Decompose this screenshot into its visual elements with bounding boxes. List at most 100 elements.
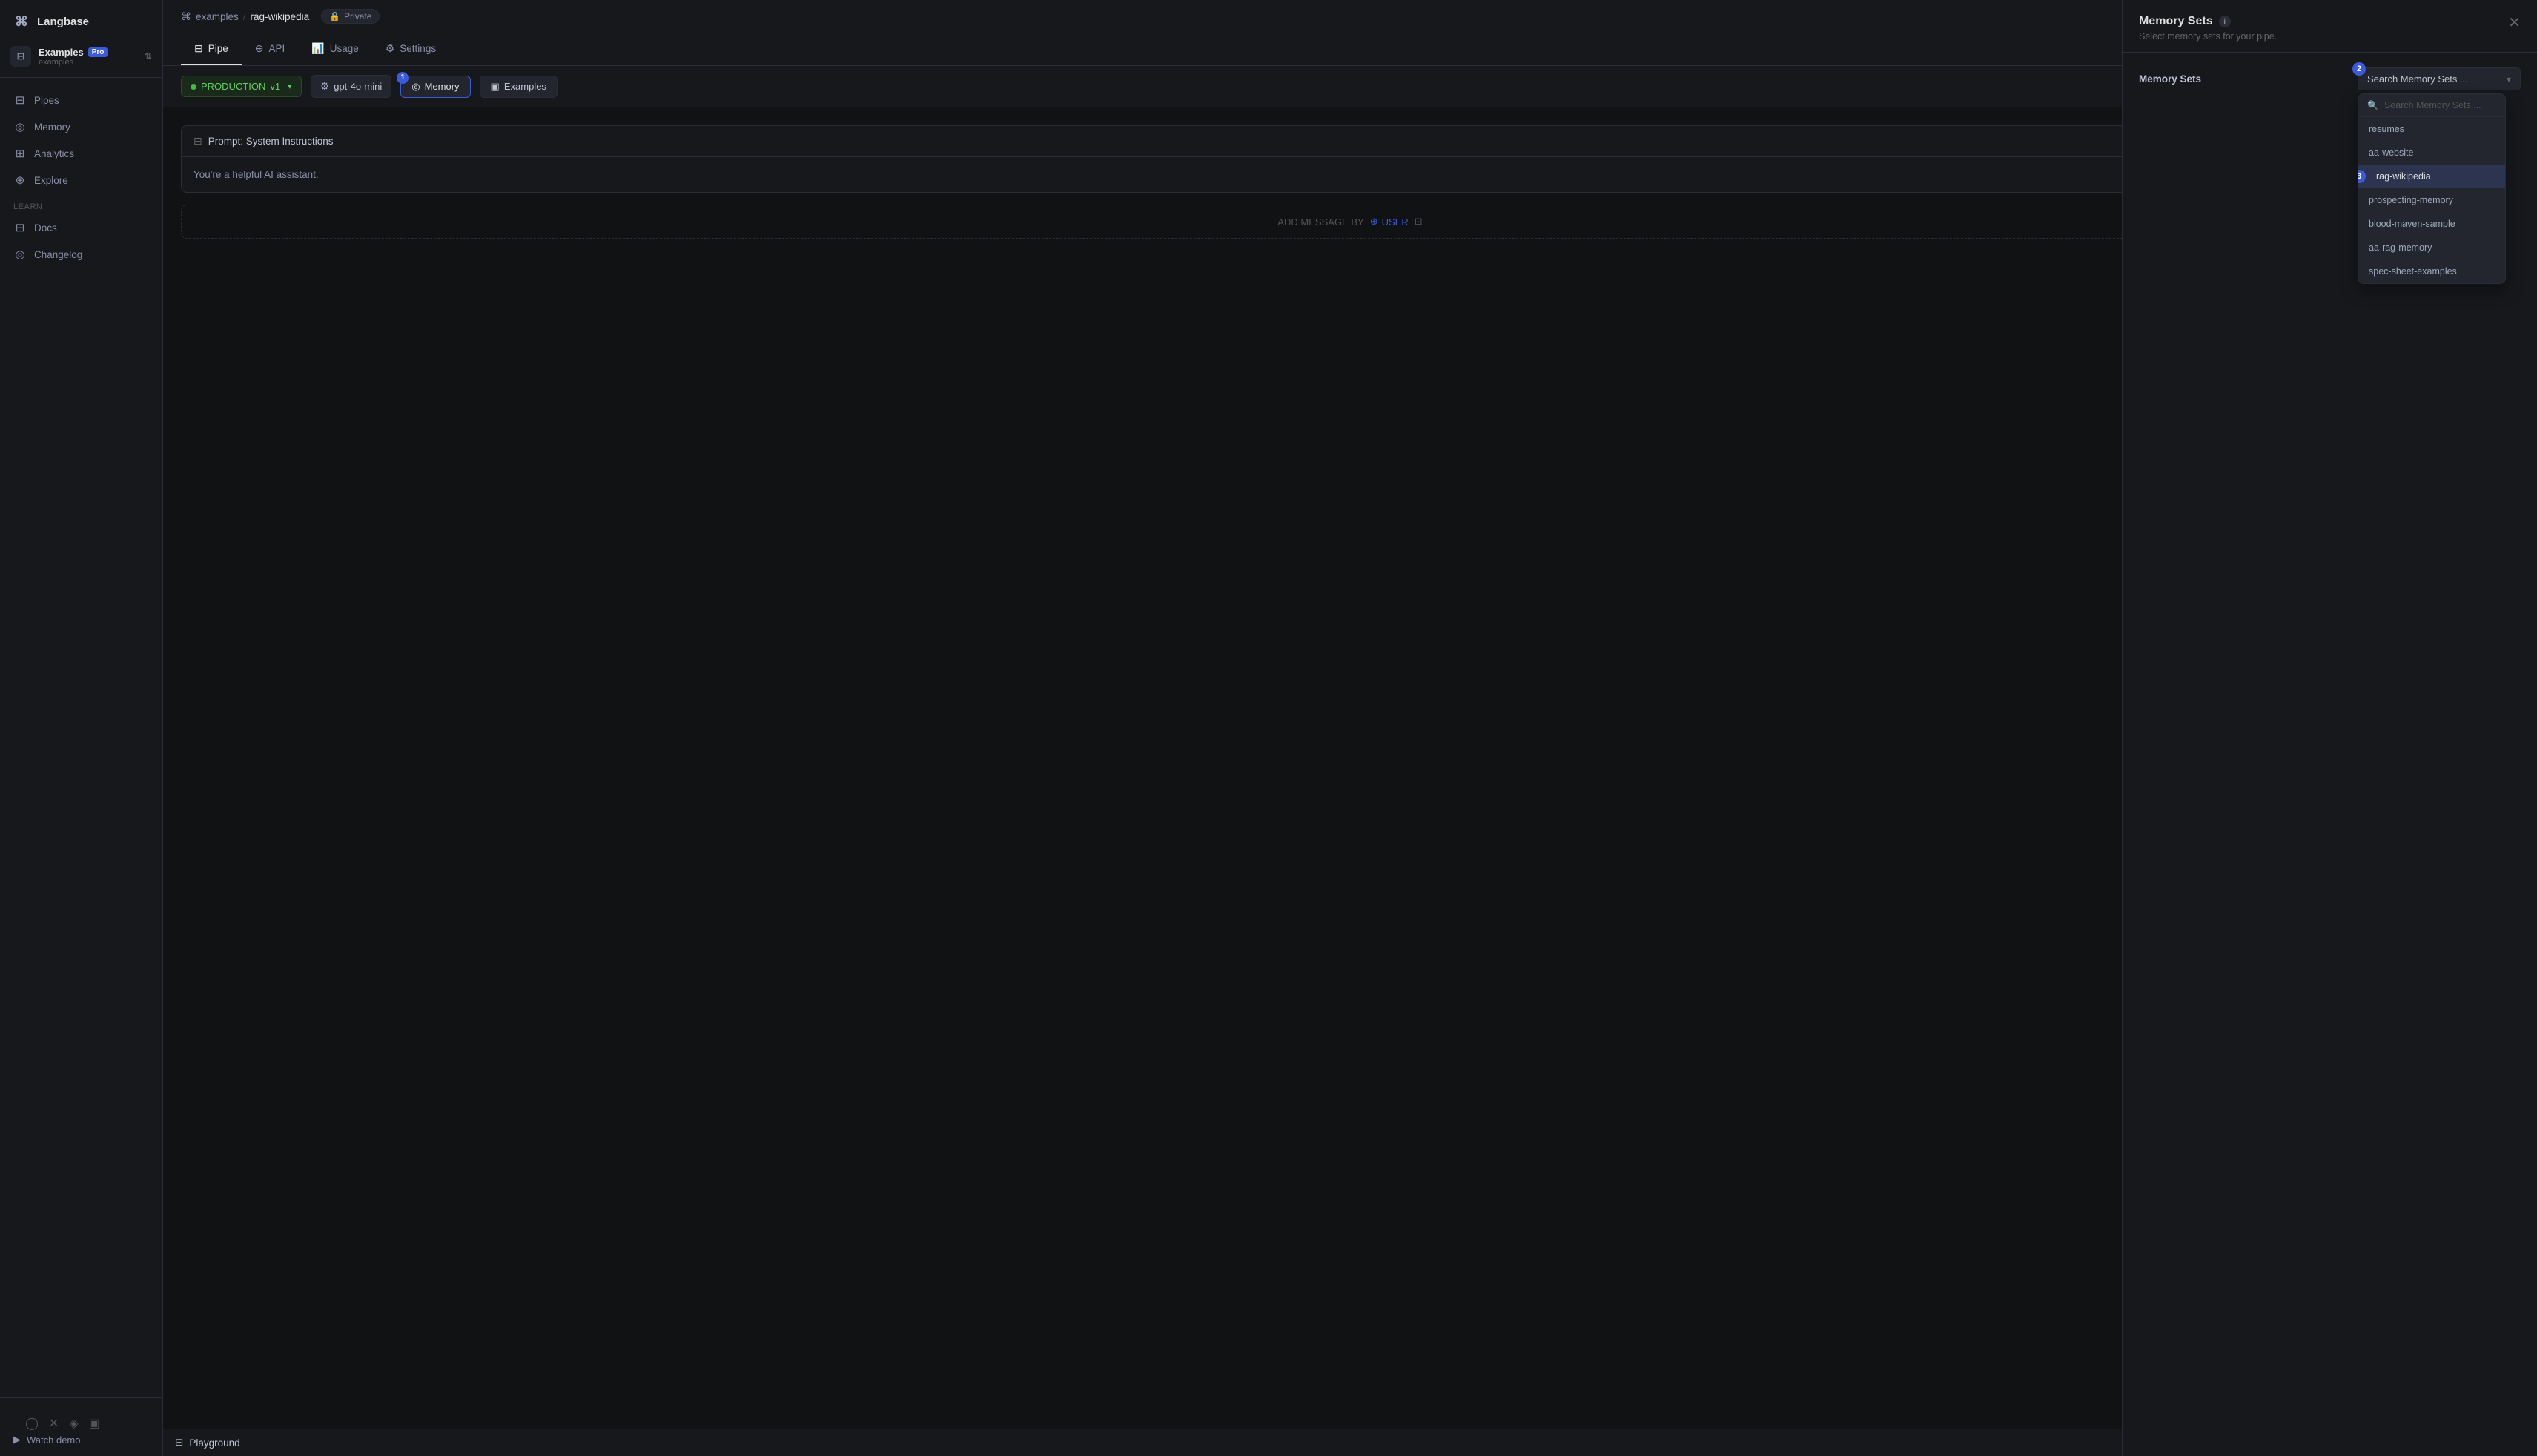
env-version: v1	[270, 81, 280, 92]
org-selector[interactable]: ⊟ Examples Pro examples ⇅	[0, 40, 162, 78]
dropdown-item-prospecting-memory[interactable]: prospecting-memory	[2358, 188, 2505, 212]
tab-usage[interactable]: 📊 Usage	[298, 33, 371, 65]
main-content: ⌘ examples / rag-wikipedia 🔒 Private ⊟ P…	[163, 0, 2537, 1456]
overlay-close-button[interactable]: ✕	[2508, 13, 2521, 32]
item-resumes-label: resumes	[2369, 124, 2404, 134]
dropdown-item-blood-maven-sample[interactable]: blood-maven-sample	[2358, 212, 2505, 236]
overlay-title-group: Memory Sets i Select memory sets for you…	[2139, 15, 2508, 42]
env-status-dot	[191, 84, 196, 90]
item-blood-maven-label: blood-maven-sample	[2369, 219, 2455, 229]
sidebar-item-changelog-label: Changelog	[34, 249, 82, 260]
item-prospecting-label: prospecting-memory	[2369, 195, 2453, 205]
overlay-body: Memory Sets 2 Search Memory Sets ... ▾ 🔍	[2123, 53, 2537, 1456]
memory-sets-dropdown: 2 Search Memory Sets ... ▾ 🔍 resumes	[2358, 67, 2521, 90]
memory-sets-panel: Memory Sets i Select memory sets for you…	[2122, 0, 2537, 1456]
org-name: Examples Pro	[39, 47, 137, 58]
dropdown-item-rag-wikipedia-wrapper: 3 rag-wikipedia	[2358, 165, 2505, 188]
tab-api-label: API	[269, 43, 285, 54]
analytics-icon: ⊞	[13, 147, 27, 160]
playground-text: Playground	[189, 1437, 239, 1449]
learn-section-label: Learn	[0, 193, 162, 214]
user-label: USER	[1382, 216, 1409, 228]
usage-tab-icon: 📊	[311, 42, 324, 55]
item-spec-sheet-label: spec-sheet-examples	[2369, 266, 2457, 277]
sidebar-item-memory-label: Memory	[34, 122, 70, 133]
prompt-text: You're a helpful AI assistant.	[194, 169, 319, 180]
main-nav: ⊟ Pipes ◎ Memory ⊞ Analytics ⊕ Explore L…	[0, 84, 162, 1397]
dropdown-menu: 🔍 resumes aa-website 3 rag-wiki	[2358, 93, 2506, 284]
sidebar-item-analytics[interactable]: ⊞ Analytics	[0, 140, 162, 167]
sidebar-item-analytics-label: Analytics	[34, 148, 74, 159]
memory-icon: ◎	[13, 120, 27, 133]
prompt-header-icon: ⊟	[194, 135, 202, 148]
docs-icon: ⊟	[13, 221, 27, 234]
prompt-title: Prompt: System Instructions	[208, 136, 334, 147]
model-label: gpt-4o-mini	[334, 81, 382, 92]
sidebar-item-memory[interactable]: ◎ Memory	[0, 113, 162, 140]
breadcrumb-home-icon: ⌘	[181, 10, 191, 23]
memory-button[interactable]: 1 ◎ Memory	[400, 76, 470, 98]
watch-demo-label: Watch demo	[27, 1435, 81, 1446]
user-badge: ⊕ USER	[1370, 216, 1409, 228]
examples-label: Examples	[504, 81, 546, 92]
examples-icon: ▣	[491, 81, 500, 93]
tab-usage-label: Usage	[330, 43, 359, 54]
sidebar-social-icons: ◯ ✕ ◈ ▣	[13, 1409, 149, 1434]
org-info: Examples Pro examples	[39, 47, 137, 67]
item-aa-rag-label: aa-rag-memory	[2369, 242, 2432, 253]
pipe-tab-icon: ⊟	[194, 42, 203, 55]
twitter-icon[interactable]: ✕	[49, 1416, 59, 1431]
dropdown-search-icon: 🔍	[2367, 100, 2378, 110]
changelog-icon: ◎	[13, 248, 27, 261]
play-icon: ▶	[13, 1434, 21, 1446]
github-icon[interactable]: ◯	[25, 1416, 39, 1431]
org-chevron-icon: ⇅	[145, 51, 152, 62]
overlay-header: Memory Sets i Select memory sets for you…	[2123, 0, 2537, 53]
overlay-info-icon[interactable]: i	[2219, 16, 2231, 27]
tab-settings[interactable]: ⚙ Settings	[372, 33, 449, 65]
add-message-label: ADD MESSAGE BY	[1277, 216, 1363, 228]
dropdown-item-spec-sheet-examples[interactable]: spec-sheet-examples	[2358, 259, 2505, 283]
overlay-subtitle: Select memory sets for your pipe.	[2139, 31, 2508, 42]
breadcrumb-current: rag-wikipedia	[251, 11, 310, 22]
org-icon: ⊟	[10, 46, 31, 67]
tab-api[interactable]: ⊕ API	[242, 33, 299, 65]
user-icon: ⊕	[1370, 216, 1378, 228]
step2-badge: 2	[2352, 62, 2366, 76]
sidebar-item-docs[interactable]: ⊟ Docs	[0, 214, 162, 241]
item-aa-website-label: aa-website	[2369, 148, 2413, 158]
env-button[interactable]: PRODUCTION v1 ▾	[181, 76, 302, 97]
dropdown-item-resumes[interactable]: resumes	[2358, 117, 2505, 141]
overlay-title-text: Memory Sets	[2139, 15, 2213, 28]
env-label: PRODUCTION	[201, 81, 265, 92]
tab-pipe[interactable]: ⊟ Pipe	[181, 33, 242, 65]
dropdown-search-input[interactable]	[2384, 100, 2504, 110]
step3-badge: 3	[2358, 170, 2366, 183]
model-icon: ⚙	[320, 80, 330, 93]
examples-button[interactable]: ▣ Examples	[480, 76, 558, 98]
sidebar-item-changelog[interactable]: ◎ Changelog	[0, 241, 162, 268]
settings-tab-icon: ⚙	[386, 42, 395, 55]
api-tab-icon: ⊕	[255, 42, 264, 55]
sidebar-item-pipes[interactable]: ⊟ Pipes	[0, 87, 162, 113]
discord-icon[interactable]: ◈	[69, 1416, 78, 1431]
sidebar-bottom: ◯ ✕ ◈ ▣ ▶ Watch demo	[0, 1397, 162, 1456]
add-message-icon: ⊡	[1415, 216, 1423, 228]
private-label: Private	[344, 11, 371, 21]
explore-icon: ⊕	[13, 173, 27, 187]
sidebar-item-explore[interactable]: ⊕ Explore	[0, 167, 162, 193]
watch-demo-button[interactable]: ▶ Watch demo	[13, 1434, 149, 1446]
dropdown-trigger-button[interactable]: 2 Search Memory Sets ... ▾	[2358, 67, 2521, 90]
sidebar-item-pipes-label: Pipes	[34, 95, 59, 106]
dropdown-item-rag-wikipedia[interactable]: 3 rag-wikipedia	[2358, 165, 2505, 188]
breadcrumb: ⌘ examples / rag-wikipedia	[181, 10, 309, 23]
dropdown-item-aa-rag-memory[interactable]: aa-rag-memory	[2358, 236, 2505, 259]
app-logo[interactable]: ⌘ Langbase	[0, 0, 162, 40]
model-button[interactable]: ⚙ gpt-4o-mini	[311, 75, 392, 98]
terminal-icon[interactable]: ▣	[89, 1416, 100, 1431]
memory-sets-header: Memory Sets 2 Search Memory Sets ... ▾ 🔍	[2139, 67, 2521, 90]
breadcrumb-parent[interactable]: examples	[196, 11, 239, 22]
memory-label: Memory	[425, 81, 460, 92]
dropdown-item-aa-website[interactable]: aa-website	[2358, 141, 2505, 165]
logo-icon: ⌘	[13, 13, 30, 30]
